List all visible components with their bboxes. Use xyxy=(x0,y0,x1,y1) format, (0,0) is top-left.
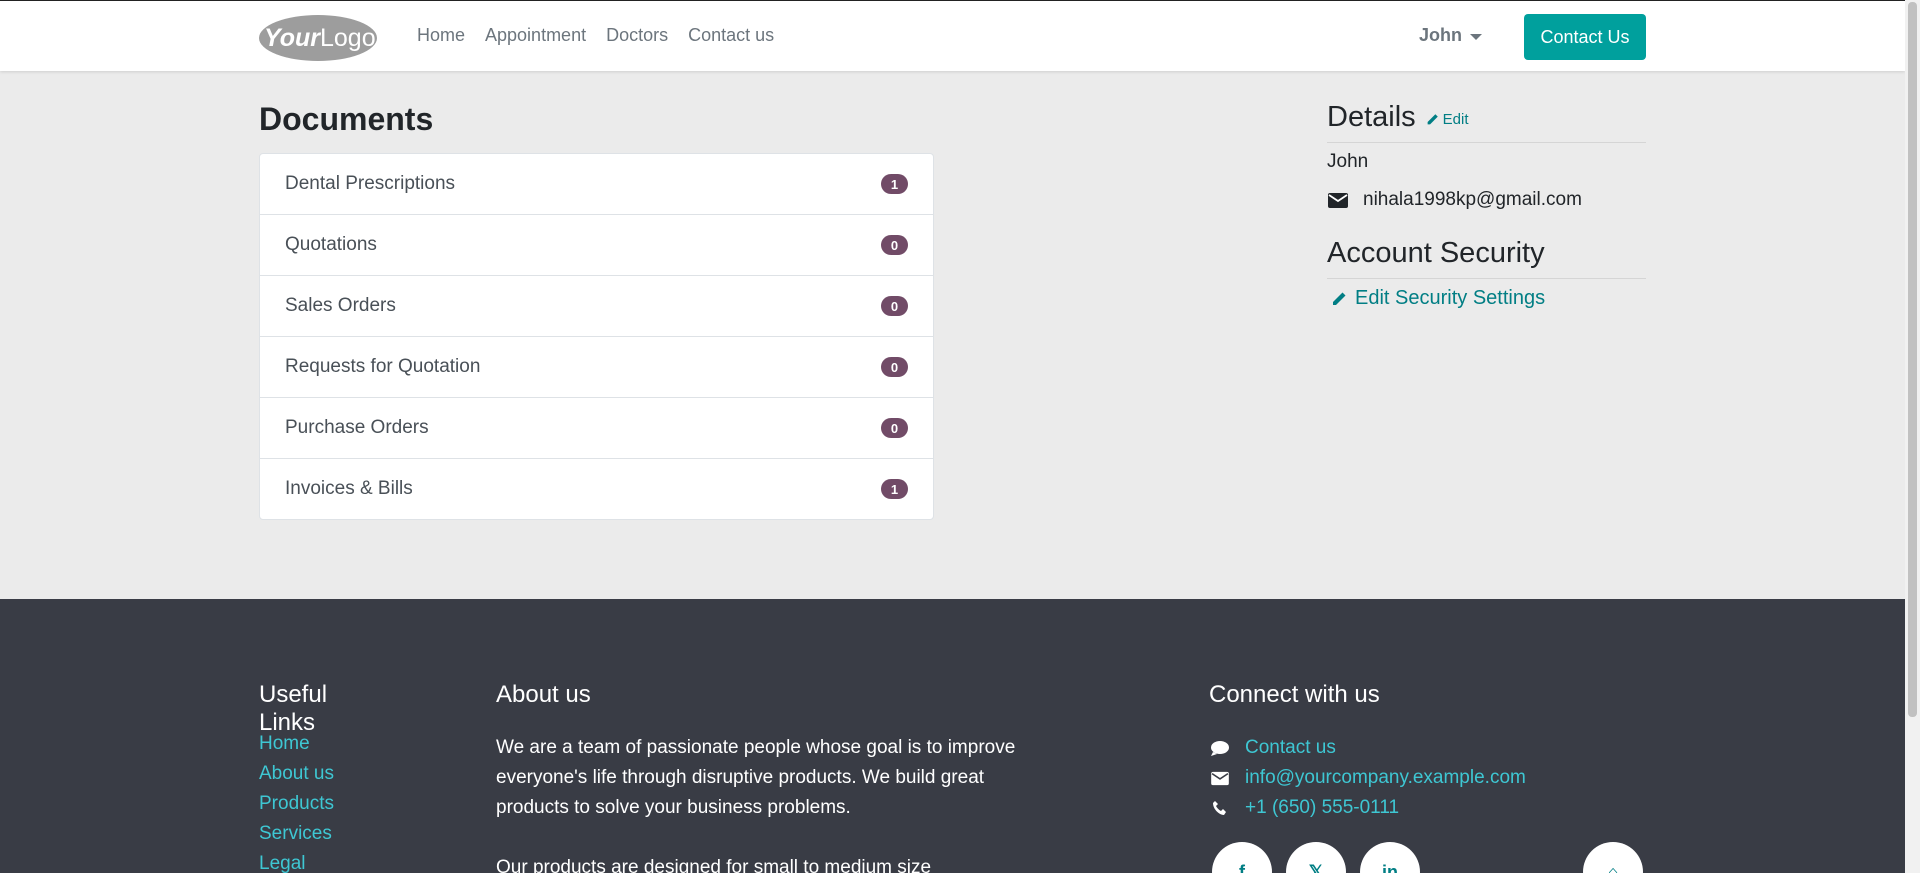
detail-email-row: nihala1998kp@gmail.com xyxy=(1327,189,1646,211)
page-scrollbar[interactable] xyxy=(1905,0,1920,873)
doc-item-label: Invoices & Bills xyxy=(285,478,413,499)
main-nav: Home Appointment Doctors Contact us xyxy=(417,25,774,46)
details-header: Details Edit xyxy=(1327,101,1646,143)
footer-link-legal[interactable]: Legal xyxy=(259,853,409,873)
connect-email-link[interactable]: info@yourcompany.example.com xyxy=(1209,763,1649,793)
useful-links-list: Home About us Products Services Legal xyxy=(259,733,409,873)
svg-text:Your: Your xyxy=(264,24,321,52)
count-badge: 1 xyxy=(881,174,908,194)
detail-email: nihala1998kp@gmail.com xyxy=(1363,189,1582,210)
count-badge: 1 xyxy=(881,479,908,499)
scrollbar-thumb[interactable] xyxy=(1908,2,1917,717)
about-us-text-2: Our products are designed for small to m… xyxy=(496,857,932,873)
footer-link-products[interactable]: Products xyxy=(259,793,409,823)
count-badge: 0 xyxy=(881,235,908,255)
edit-security-label: Edit Security Settings xyxy=(1355,287,1546,309)
svg-text:Logo: Logo xyxy=(320,24,376,52)
doc-item-label: Quotations xyxy=(285,234,377,255)
footer: Useful Links Home About us Products Serv… xyxy=(0,599,1905,873)
account-security-header: Account Security xyxy=(1327,237,1646,279)
account-security-title: Account Security xyxy=(1327,237,1545,269)
contact-us-button[interactable]: Contact Us xyxy=(1524,14,1646,60)
connect-contact-label: Contact us xyxy=(1245,737,1336,758)
details-panel: Details Edit John nihala1998kp@gmail.com… xyxy=(1327,101,1646,310)
connect-phone-link[interactable]: +1 (650) 555-0111 xyxy=(1209,793,1649,823)
user-menu-dropdown[interactable]: John xyxy=(1419,25,1482,46)
user-name: John xyxy=(1419,25,1462,45)
doc-item-purchase-orders[interactable]: Purchase Orders 0 xyxy=(260,398,933,459)
pencil-icon xyxy=(1333,292,1346,305)
useful-links-title: Useful Links xyxy=(259,681,328,736)
count-badge: 0 xyxy=(881,357,908,377)
home-icon[interactable]: ⌂ xyxy=(1583,842,1643,873)
detail-name: John xyxy=(1327,151,1369,172)
doc-item-quotations[interactable]: Quotations 0 xyxy=(260,215,933,276)
footer-link-about-us[interactable]: About us xyxy=(259,763,409,793)
doc-item-label: Requests for Quotation xyxy=(285,356,481,377)
edit-label: Edit xyxy=(1442,111,1469,128)
doc-item-label: Sales Orders xyxy=(285,295,396,316)
doc-item-sales-orders[interactable]: Sales Orders 0 xyxy=(260,276,933,337)
page-title: Documents xyxy=(259,101,434,137)
doc-item-requests-for-quotation[interactable]: Requests for Quotation 0 xyxy=(260,337,933,398)
documents-list: Dental Prescriptions 1 Quotations 0 Sale… xyxy=(259,153,934,520)
doc-item-label: Dental Prescriptions xyxy=(285,173,456,194)
pencil-icon xyxy=(1427,114,1438,125)
linkedin-icon[interactable]: in xyxy=(1360,842,1420,873)
connect-email-label: info@yourcompany.example.com xyxy=(1245,767,1526,788)
doc-item-label: Purchase Orders xyxy=(285,417,429,438)
envelope-icon xyxy=(1209,771,1231,786)
footer-link-home[interactable]: Home xyxy=(259,733,409,763)
details-title: Details xyxy=(1327,101,1416,133)
chevron-down-icon xyxy=(1470,33,1482,40)
envelope-icon xyxy=(1328,192,1348,208)
connect-contact-link[interactable]: Contact us xyxy=(1209,733,1649,763)
phone-icon xyxy=(1209,800,1231,816)
connect-list: Contact us info@yourcompany.example.com … xyxy=(1209,733,1649,823)
count-badge: 0 xyxy=(881,418,908,438)
footer-link-services[interactable]: Services xyxy=(259,823,409,853)
connect-title: Connect with us xyxy=(1209,681,1380,708)
about-us-title: About us xyxy=(496,681,591,708)
chat-icon xyxy=(1209,740,1231,757)
about-us-text: We are a team of passionate people whose… xyxy=(496,737,1016,818)
nav-home[interactable]: Home xyxy=(417,25,465,46)
nav-appointment[interactable]: Appointment xyxy=(485,25,586,46)
company-logo[interactable]: Your Logo xyxy=(258,13,378,62)
nav-contact-us[interactable]: Contact us xyxy=(688,25,774,46)
nav-doctors[interactable]: Doctors xyxy=(606,25,668,46)
doc-item-dental-prescriptions[interactable]: Dental Prescriptions 1 xyxy=(260,154,933,215)
connect-phone-label: +1 (650) 555-0111 xyxy=(1245,797,1400,818)
count-badge: 0 xyxy=(881,296,908,316)
x-icon[interactable]: 𝕏 xyxy=(1286,842,1346,873)
top-navbar: Your Logo Home Appointment Doctors Conta… xyxy=(0,0,1905,71)
account-security-section: Account Security Edit Security Settings xyxy=(1327,237,1646,310)
facebook-icon[interactable]: f xyxy=(1212,842,1272,873)
edit-security-settings-link[interactable]: Edit Security Settings xyxy=(1327,287,1646,310)
doc-item-invoices-bills[interactable]: Invoices & Bills 1 xyxy=(260,459,933,519)
edit-details-link[interactable]: Edit xyxy=(1426,111,1469,128)
